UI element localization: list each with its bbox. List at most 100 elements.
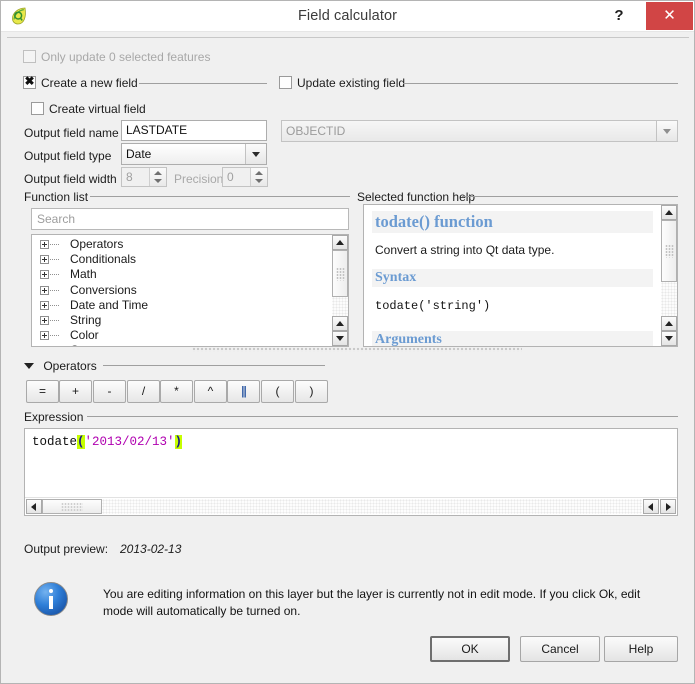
operator-button-close-paren[interactable]: ) xyxy=(295,380,328,403)
output-preview-value: 2013-02-13 xyxy=(120,542,182,556)
expand-icon[interactable] xyxy=(40,315,49,325)
expression-rule xyxy=(87,416,678,417)
expand-icon[interactable] xyxy=(40,240,49,249)
help-rule xyxy=(462,196,678,197)
function-list-scrollbar[interactable] xyxy=(332,235,348,346)
update-existing-field-box[interactable] xyxy=(279,76,292,89)
output-field-type-value: Date xyxy=(126,147,152,161)
scrollbar-thumb[interactable] xyxy=(661,220,677,282)
info-icon xyxy=(34,582,68,616)
create-virtual-field-checkbox[interactable]: Create virtual field xyxy=(31,102,146,116)
scroll-up-button[interactable] xyxy=(661,205,677,220)
precision-spin-buttons[interactable] xyxy=(250,168,267,186)
titlebar-help-button[interactable]: ? xyxy=(602,1,636,31)
scroll-down-button[interactable] xyxy=(332,331,348,346)
existing-field-value: OBJECTID xyxy=(286,124,346,138)
update-existing-field-checkbox[interactable]: Update existing field xyxy=(279,76,405,90)
output-field-type-combo[interactable]: Date xyxy=(121,143,267,165)
function-list-rule xyxy=(90,196,350,197)
window-title: Field calculator xyxy=(297,8,398,24)
expand-icon[interactable] xyxy=(40,285,49,295)
scrollbar-thumb[interactable] xyxy=(332,250,348,297)
operator-button-divide[interactable]: / xyxy=(127,380,160,403)
expr-token-string: '2013/02/13' xyxy=(84,435,175,449)
operator-button-concat[interactable]: || xyxy=(227,380,260,403)
expression-editor[interactable]: todate('2013/02/13') xyxy=(24,428,678,516)
only-update-selected-box xyxy=(23,50,36,63)
tree-item[interactable]: String xyxy=(32,313,331,328)
precision-label: Precision xyxy=(174,172,224,186)
scrollbar-track[interactable] xyxy=(332,297,348,316)
expand-icon[interactable] xyxy=(40,331,49,341)
scroll-up-button-secondary[interactable] xyxy=(332,316,348,331)
chevron-down-icon xyxy=(656,121,677,141)
hscrollbar-thumb[interactable] xyxy=(42,499,102,514)
scroll-up-button-secondary[interactable] xyxy=(661,316,677,331)
tree-item[interactable]: Conversions xyxy=(32,283,331,298)
tree-item-label: Operators xyxy=(70,237,124,251)
expand-icon[interactable] xyxy=(40,255,49,265)
expression-group-title: Expression xyxy=(24,410,84,424)
operator-button-power[interactable]: ^ xyxy=(194,380,227,403)
tree-item-label: Geometry xyxy=(70,343,123,346)
tree-item[interactable]: Math xyxy=(32,267,331,282)
cancel-button[interactable]: Cancel xyxy=(520,636,600,662)
chevron-down-icon[interactable] xyxy=(24,363,34,369)
create-virtual-field-box[interactable] xyxy=(31,102,44,115)
tree-item[interactable]: Conditionals xyxy=(32,252,331,267)
create-virtual-field-label: Create virtual field xyxy=(49,102,146,116)
scroll-up-button[interactable] xyxy=(332,235,348,250)
output-field-name-input[interactable]: LASTDATE xyxy=(121,120,267,141)
panel-splitter[interactable] xyxy=(192,347,522,352)
output-field-type-label: Output field type xyxy=(24,149,112,163)
operator-button-open-paren[interactable]: ( xyxy=(261,380,294,403)
chevron-down-icon[interactable] xyxy=(245,144,266,164)
create-new-field-box[interactable] xyxy=(23,74,36,89)
precision-stepper[interactable]: 0 xyxy=(222,167,268,187)
field-calculator-dialog: Field calculator ? ✕ Only update 0 selec… xyxy=(0,0,695,684)
output-field-width-spin-buttons[interactable] xyxy=(149,168,166,186)
only-update-selected-checkbox: Only update 0 selected features xyxy=(23,50,210,64)
tree-item-label: Date and Time xyxy=(70,297,149,312)
help-arguments-heading: Arguments xyxy=(372,331,653,346)
scrollbar-track[interactable] xyxy=(661,282,677,316)
expand-icon[interactable] xyxy=(40,346,49,347)
expand-icon[interactable] xyxy=(40,300,49,310)
tree-item[interactable]: Date and Time xyxy=(32,298,331,313)
create-new-field-checkbox[interactable]: Create a new field xyxy=(23,74,138,90)
tree-item-label: String xyxy=(70,312,102,327)
ok-button[interactable]: OK xyxy=(430,636,510,662)
operator-button-multiply[interactable]: * xyxy=(160,380,193,403)
operator-button-minus[interactable]: - xyxy=(93,380,126,403)
create-new-field-rule xyxy=(139,83,267,84)
close-button[interactable]: ✕ xyxy=(646,2,693,30)
expression-hscrollbar[interactable] xyxy=(25,497,677,515)
operator-button-plus[interactable]: + xyxy=(59,380,92,403)
expr-token-close-paren: ) xyxy=(174,435,183,449)
dialog-body: Only update 0 selected features Create a… xyxy=(7,37,689,680)
operator-button-equals[interactable]: = xyxy=(26,380,59,403)
expand-icon[interactable] xyxy=(40,270,49,280)
search-input[interactable]: Search xyxy=(31,208,349,230)
expr-token-open-paren: ( xyxy=(77,435,85,449)
expression-text[interactable]: todate('2013/02/13') xyxy=(32,435,183,449)
function-help-scrollbar[interactable] xyxy=(661,205,677,346)
output-field-width-stepper[interactable]: 8 xyxy=(121,167,167,187)
tree-item[interactable]: Color xyxy=(32,328,331,343)
tree-item-label: Conditionals xyxy=(70,252,137,267)
help-button[interactable]: Help xyxy=(604,636,678,662)
scroll-down-button[interactable] xyxy=(661,331,677,346)
hscroll-left-button[interactable] xyxy=(26,499,42,514)
tree-item-label: Color xyxy=(70,328,99,343)
hscrollbar-track[interactable] xyxy=(102,499,642,514)
hscroll-left-button-secondary[interactable] xyxy=(643,499,659,514)
update-existing-field-rule xyxy=(403,83,678,84)
hscroll-right-button[interactable] xyxy=(660,499,676,514)
update-existing-field-label: Update existing field xyxy=(297,76,406,90)
tree-item[interactable]: Operators xyxy=(32,237,331,252)
output-field-width-value: 8 xyxy=(126,170,133,184)
operators-group-header[interactable]: Operators xyxy=(24,359,97,373)
function-list-tree[interactable]: Operators Conditionals Math Conversions … xyxy=(31,234,349,347)
only-update-selected-label: Only update 0 selected features xyxy=(41,50,211,64)
function-help-panel: todate() function Convert a string into … xyxy=(363,204,678,347)
